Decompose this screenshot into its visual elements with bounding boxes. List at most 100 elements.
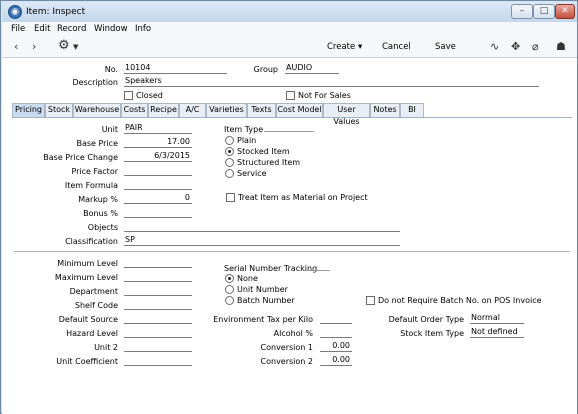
create-button[interactable]: Create ▾ xyxy=(327,42,362,52)
department-field[interactable] xyxy=(124,285,192,296)
treat-material-checkbox[interactable] xyxy=(226,193,235,202)
tab-texts[interactable]: Texts xyxy=(247,103,276,117)
min-level-field[interactable] xyxy=(124,257,192,268)
menu-record[interactable]: Record xyxy=(57,24,86,34)
save-button[interactable]: Save xyxy=(435,42,456,52)
serial-batch-number-radio[interactable] xyxy=(225,296,234,305)
item-type-structured-radio[interactable] xyxy=(225,158,234,167)
hazard-level-field[interactable] xyxy=(124,327,192,338)
toolbar: ‹ › ⚙ ▼ Create ▾ Cancel Save ∿ ✥ ⌀ ☗ xyxy=(2,36,577,58)
conversion2-label: Conversion 2 xyxy=(260,357,313,366)
serial-unit-number-label: Unit Number xyxy=(237,285,288,294)
item-type-service-radio[interactable] xyxy=(225,169,234,178)
menu-bar: File Edit Record Window Info xyxy=(2,22,577,36)
unit-label: Unit xyxy=(101,125,118,134)
base-price-change-label: Base Price Change xyxy=(43,153,118,162)
hazard-level-label: Hazard Level xyxy=(66,329,118,338)
serial-tracking-label: Serial Number Tracking xyxy=(224,264,318,273)
conversion2-field[interactable]: 0.00 xyxy=(320,355,352,366)
tab-pricing[interactable]: Pricing xyxy=(12,103,45,118)
serial-unit-number-radio[interactable] xyxy=(225,285,234,294)
group-field[interactable]: AUDIO xyxy=(285,63,339,74)
batch-pos-label: Do not Require Batch No. on POS Invoice xyxy=(378,296,542,305)
tab-cost-model[interactable]: Cost Model xyxy=(276,103,323,117)
description-field[interactable]: Speakers xyxy=(124,76,539,87)
base-price-label: Base Price xyxy=(76,139,118,148)
default-source-field[interactable] xyxy=(124,313,192,324)
min-level-label: Minimum Level xyxy=(57,259,118,268)
base-price-field[interactable]: 17.00 xyxy=(124,137,192,148)
item-type-plain-label: Plain xyxy=(237,136,257,145)
treat-material-label: Treat Item as Material on Project xyxy=(238,193,368,202)
default-order-type-field[interactable]: Normal xyxy=(470,313,524,324)
unit2-label: Unit 2 xyxy=(94,343,118,352)
menu-edit[interactable]: Edit xyxy=(34,24,50,34)
stock-item-type-field[interactable]: Not defined xyxy=(470,327,524,338)
unit2-field[interactable] xyxy=(124,341,192,352)
graduation-cap-icon[interactable]: ☗ xyxy=(556,40,566,53)
item-type-stocked-radio[interactable] xyxy=(225,147,234,156)
item-type-structured-label: Structured Item xyxy=(237,158,301,167)
expand-icon[interactable]: ✥ xyxy=(511,40,520,53)
tab-divider xyxy=(12,117,572,118)
paperclip-icon[interactable]: ⌀ xyxy=(532,40,539,53)
record-body: No. 10104 Group AUDIO Description Speake… xyxy=(2,58,577,414)
tab-notes[interactable]: Notes xyxy=(370,103,400,117)
activity-icon[interactable]: ∿ xyxy=(490,40,499,53)
tab-user-values[interactable]: User Values xyxy=(323,103,370,126)
unit-coefficient-field[interactable] xyxy=(124,355,192,366)
menu-file[interactable]: File xyxy=(11,24,25,34)
tab-recipe[interactable]: Recipe xyxy=(148,103,179,117)
env-tax-label: Environment Tax per Kilo xyxy=(213,315,313,324)
alcohol-field[interactable] xyxy=(320,327,352,338)
item-type-stocked-label: Stocked Item xyxy=(237,147,290,156)
title-bar: ◉ Item: Inspect – □ ✕ xyxy=(2,2,577,22)
close-button[interactable]: ✕ xyxy=(555,4,575,19)
previous-record-icon[interactable]: ‹ xyxy=(14,40,18,53)
serial-none-radio[interactable] xyxy=(225,274,234,283)
minimize-button[interactable]: – xyxy=(511,4,533,19)
tab-stock[interactable]: Stock xyxy=(45,103,73,117)
not-for-sales-checkbox[interactable] xyxy=(286,91,295,100)
conversion1-field[interactable]: 0.00 xyxy=(320,341,352,352)
closed-checkbox[interactable] xyxy=(124,91,133,100)
default-order-type-label: Default Order Type xyxy=(388,315,464,324)
next-record-icon[interactable]: › xyxy=(32,40,36,53)
shelf-code-label: Shelf Code xyxy=(74,301,118,310)
menu-window[interactable]: Window xyxy=(94,24,128,34)
max-level-field[interactable] xyxy=(124,271,192,282)
env-tax-field[interactable] xyxy=(320,313,352,324)
maximize-button[interactable]: □ xyxy=(533,4,555,19)
max-level-label: Maximum Level xyxy=(54,273,118,282)
shelf-code-field[interactable] xyxy=(124,299,192,310)
tab-bi[interactable]: BI xyxy=(400,103,424,117)
item-type-plain-radio[interactable] xyxy=(225,136,234,145)
window-title: Item: Inspect xyxy=(26,7,86,17)
app-logo-icon: ◉ xyxy=(8,5,22,19)
section-divider xyxy=(14,251,570,252)
cancel-button[interactable]: Cancel xyxy=(382,42,411,52)
gear-icon[interactable]: ⚙ xyxy=(58,38,70,53)
conversion1-label: Conversion 1 xyxy=(260,343,313,352)
bonus-field[interactable] xyxy=(124,207,192,218)
batch-pos-checkbox[interactable] xyxy=(366,296,375,305)
price-factor-field[interactable] xyxy=(124,165,192,176)
department-label: Department xyxy=(69,287,118,296)
tab-ac[interactable]: A/C xyxy=(179,103,206,117)
tab-warehouse[interactable]: Warehouse xyxy=(73,103,121,117)
objects-field[interactable] xyxy=(124,221,400,232)
unit-field[interactable]: PAIR xyxy=(124,123,192,134)
closed-label: Closed xyxy=(136,91,163,100)
menu-info[interactable]: Info xyxy=(135,24,151,34)
markup-field[interactable]: 0 xyxy=(124,193,192,204)
group-label: Group xyxy=(253,65,278,74)
tab-varieties[interactable]: Varieties xyxy=(206,103,247,117)
no-field[interactable]: 10104 xyxy=(124,63,227,74)
chevron-down-icon[interactable]: ▼ xyxy=(73,43,78,51)
classification-field[interactable]: SP xyxy=(124,235,400,246)
unit-coefficient-label: Unit Coefficient xyxy=(56,357,118,366)
objects-label: Objects xyxy=(87,223,118,232)
tab-costs[interactable]: Costs xyxy=(121,103,148,117)
base-price-change-field[interactable]: 6/3/2015 xyxy=(124,151,192,162)
item-formula-field[interactable] xyxy=(124,179,192,190)
